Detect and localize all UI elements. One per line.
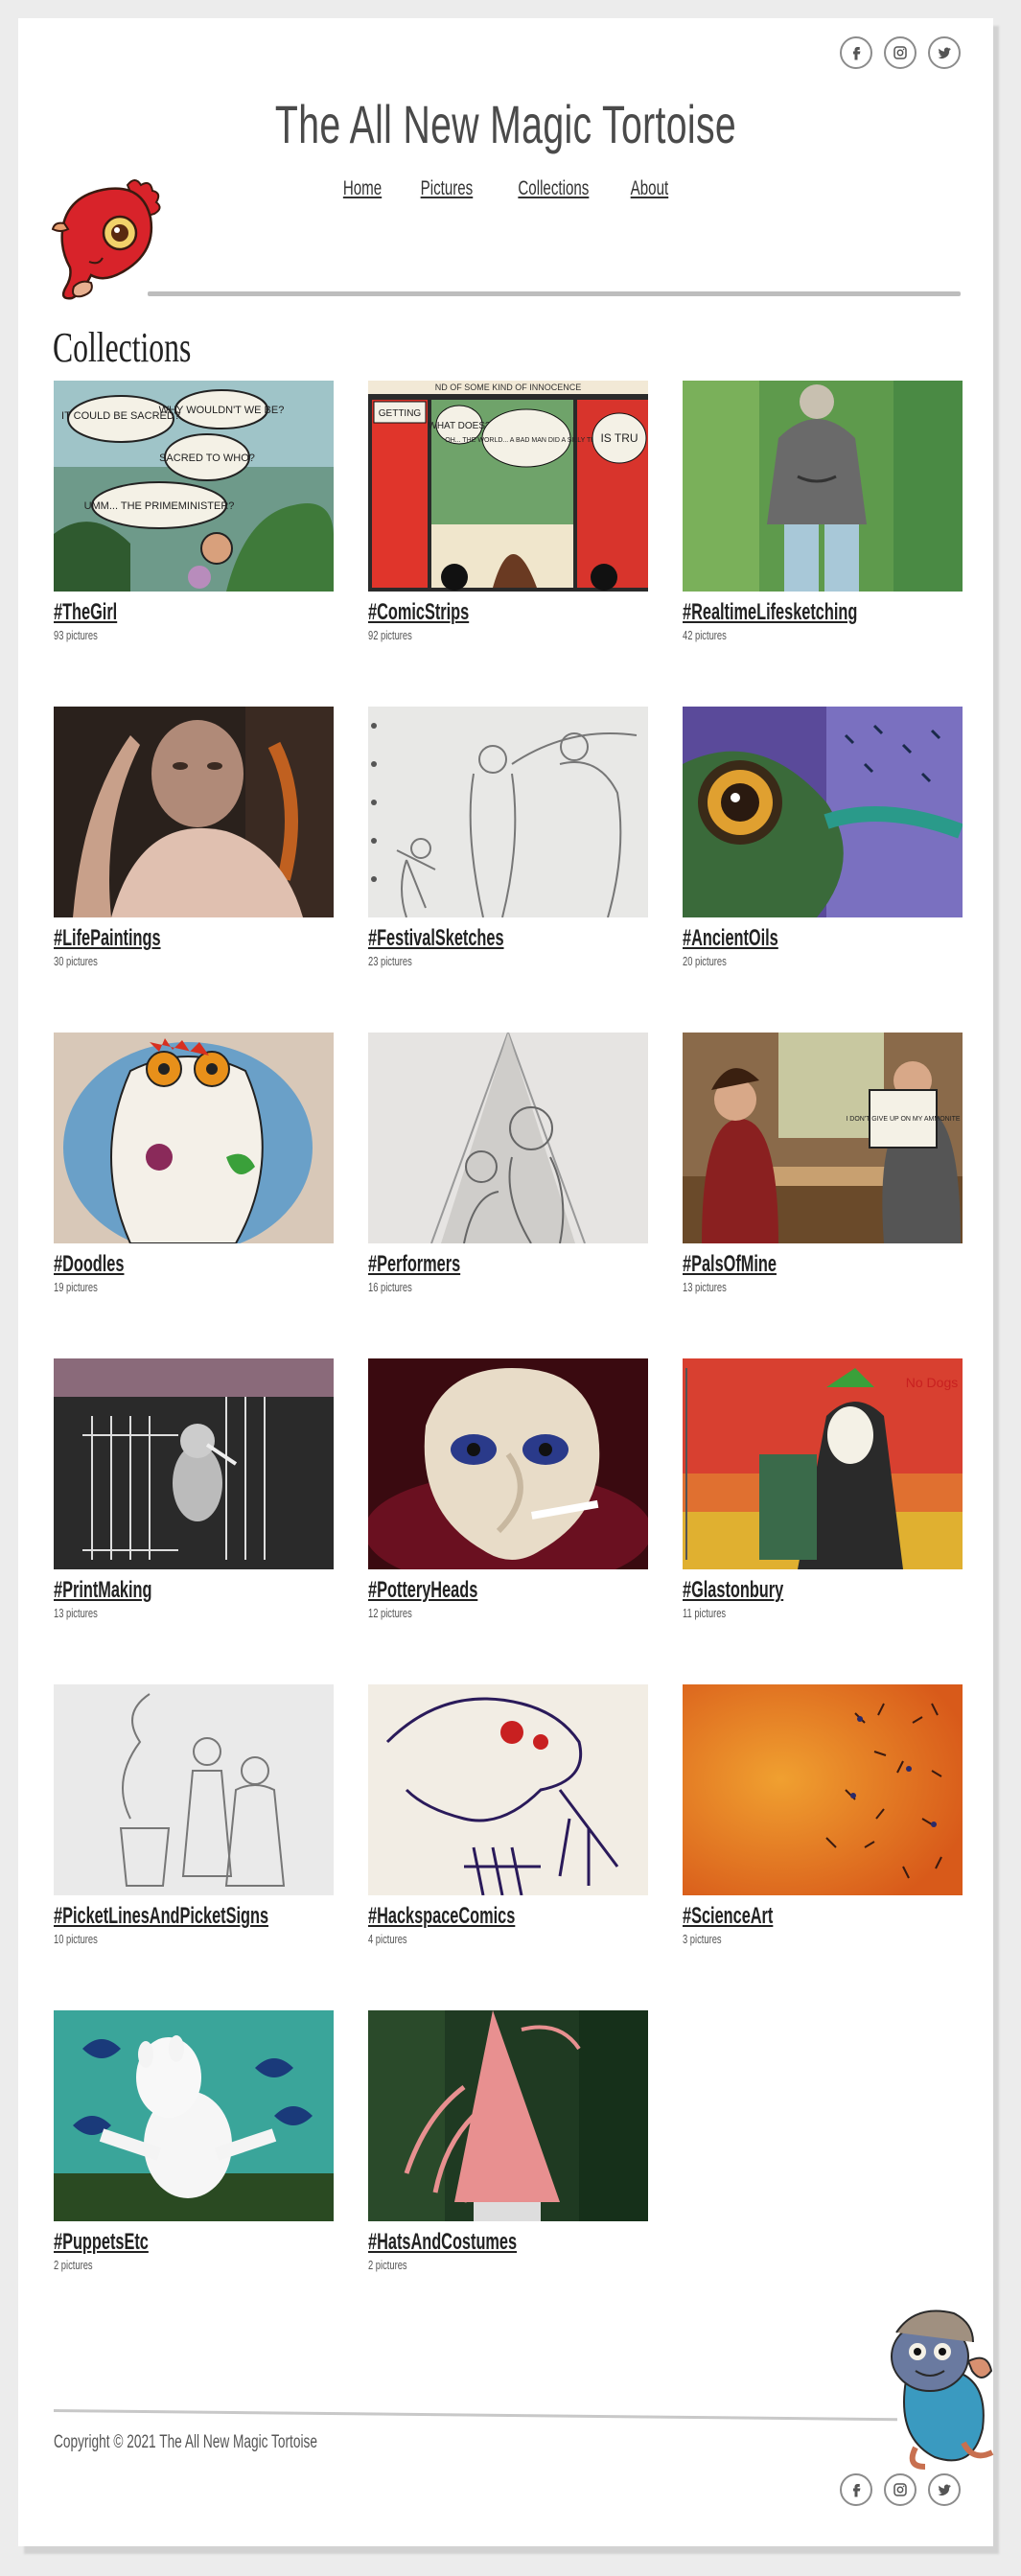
collection-card[interactable]: #ScienceArt 3 pictures — [683, 1684, 963, 2010]
collection-thumbnail-potteryheads[interactable] — [368, 1358, 648, 1569]
collection-card[interactable]: #Doodles 19 pictures — [54, 1033, 334, 1358]
collection-link[interactable]: #PuppetsEtc — [54, 2229, 149, 2256]
collection-count: 42 pictures — [683, 628, 727, 642]
comic-bubble-4: IS TRU — [600, 431, 638, 445]
collection-thumbnail-picketlinesandpicketsigns[interactable] — [54, 1684, 334, 1895]
collection-count: 16 pictures — [368, 1280, 412, 1294]
social-links-bottom — [840, 2473, 961, 2506]
page-title: Collections — [53, 324, 192, 371]
facebook-icon[interactable] — [840, 36, 872, 69]
collection-count: 19 pictures — [54, 1280, 98, 1294]
collection-count: 4 pictures — [368, 1932, 407, 1946]
nav-about[interactable]: About — [631, 177, 669, 200]
collection-card[interactable]: #PrintMaking 13 pictures — [54, 1358, 334, 1684]
collection-link[interactable]: #HackspaceComics — [368, 1903, 515, 1930]
collection-card[interactable]: No Dogs #Glastonbury 11 pictures — [683, 1358, 963, 1684]
collection-thumbnail-hatsandcostumes[interactable] — [368, 2010, 648, 2221]
comic-bubble-3: OH... THE WORLD... A BAD MAN DID A SILLY… — [445, 437, 607, 444]
collection-card[interactable]: I DON'T GIVE UP ON MY AMMONITE #PalsOfMi… — [683, 1033, 963, 1358]
collection-count: 20 pictures — [683, 954, 727, 968]
collection-card[interactable]: #HackspaceComics 4 pictures — [368, 1684, 648, 2010]
collection-count: 2 pictures — [54, 2258, 93, 2272]
collection-thumbnail-realtimelifesketching[interactable] — [683, 381, 963, 592]
collection-card[interactable]: #PuppetsEtc 2 pictures — [54, 2010, 334, 2336]
collection-link[interactable]: #FestivalSketches — [368, 925, 504, 952]
collection-card[interactable]: #LifePaintings 30 pictures — [54, 707, 334, 1033]
collection-thumbnail-palsofmine[interactable]: I DON'T GIVE UP ON MY AMMONITE — [683, 1033, 963, 1243]
collection-link[interactable]: #PicketLinesAndPicketSigns — [54, 1903, 268, 1930]
collection-thumbnail-puppetsetc[interactable] — [54, 2010, 334, 2221]
comic-bubble-1: GETTING — [379, 408, 422, 419]
girl-bubble-2: SACRED TO WHO? — [159, 453, 255, 464]
collection-thumbnail-festivalsketches[interactable] — [368, 707, 648, 917]
collection-count: 23 pictures — [368, 954, 412, 968]
collection-thumbnail-printmaking[interactable] — [54, 1358, 334, 1569]
collection-thumbnail-doodles[interactable] — [54, 1033, 334, 1243]
twitter-icon[interactable] — [928, 36, 961, 69]
facebook-icon[interactable] — [840, 2473, 872, 2506]
collection-thumbnail-lifepaintings[interactable] — [54, 707, 334, 917]
twitter-icon[interactable] — [928, 2473, 961, 2506]
instagram-icon[interactable] — [884, 2473, 917, 2506]
comic-caption: ND OF SOME KIND OF INNOCENCE — [435, 383, 582, 392]
collection-count: 3 pictures — [683, 1932, 722, 1946]
collection-card[interactable]: ND OF SOME KIND OF INNOCENCE GETTING WHA… — [368, 381, 648, 707]
collection-link[interactable]: #HatsAndCostumes — [368, 2229, 517, 2256]
page-container: The All New Magic Tortoise Home Pictures… — [18, 18, 994, 2546]
collection-card[interactable]: #PotteryHeads 12 pictures — [368, 1358, 648, 1684]
collection-link[interactable]: #PotteryHeads — [368, 1577, 477, 1604]
collection-count: 93 pictures — [54, 628, 98, 642]
collection-link[interactable]: #Glastonbury — [683, 1577, 783, 1604]
collection-thumbnail-performers[interactable] — [368, 1033, 648, 1243]
collection-thumbnail-thegirl[interactable]: IT COULD BE SACRED? SACRED TO WHO? WHY W… — [54, 381, 334, 592]
collection-link[interactable]: #RealtimeLifesketching — [683, 599, 857, 626]
collection-count: 11 pictures — [683, 1606, 727, 1620]
glastonbury-sign-text: No Dogs — [906, 1375, 958, 1390]
instagram-icon[interactable] — [884, 36, 917, 69]
girl-bubble-3: WHY WOULDN'T WE BE? — [159, 405, 285, 416]
collection-link[interactable]: #Performers — [368, 1251, 460, 1278]
collection-link[interactable]: #Doodles — [54, 1251, 124, 1278]
collection-link[interactable]: #AncientOils — [683, 925, 778, 952]
copyright-text: Copyright © 2021 The All New Magic Torto… — [54, 2432, 317, 2452]
tortoise-mascot-illustration — [891, 2309, 994, 2470]
pals-sign-text: I DON'T GIVE UP ON MY AMMONITE — [846, 1116, 961, 1123]
nav-pictures[interactable]: Pictures — [420, 177, 473, 200]
footer-divider — [53, 2409, 897, 2422]
collection-thumbnail-glastonbury[interactable]: No Dogs — [683, 1358, 963, 1569]
collection-card[interactable]: #AncientOils 20 pictures — [683, 707, 963, 1033]
collection-link[interactable]: #TheGirl — [54, 599, 117, 626]
collection-card[interactable]: #HatsAndCostumes 2 pictures — [368, 2010, 648, 2336]
collection-card[interactable]: IT COULD BE SACRED? SACRED TO WHO? WHY W… — [54, 381, 334, 707]
collection-link[interactable]: #ComicStrips — [368, 599, 469, 626]
collection-count: 30 pictures — [54, 954, 98, 968]
collection-link[interactable]: #LifePaintings — [54, 925, 161, 952]
comic-bubble-2: WHAT DOES? — [428, 421, 491, 431]
collection-thumbnail-hackspacecomics[interactable] — [368, 1684, 648, 1895]
girl-bubble-4: UMM... THE PRIMEMINISTER? — [84, 500, 235, 512]
collection-thumbnail-ancientoils[interactable] — [683, 707, 963, 917]
collection-link[interactable]: #PalsOfMine — [683, 1251, 777, 1278]
bird-mascot-logo[interactable] — [51, 174, 175, 308]
header-divider — [148, 291, 961, 296]
collection-count: 13 pictures — [683, 1280, 727, 1294]
collection-count: 92 pictures — [368, 628, 412, 642]
nav-home[interactable]: Home — [343, 177, 382, 200]
collection-count: 12 pictures — [368, 1606, 412, 1620]
collections-grid: IT COULD BE SACRED? SACRED TO WHO? WHY W… — [54, 381, 963, 2336]
collection-count: 13 pictures — [54, 1606, 98, 1620]
collection-link[interactable]: #ScienceArt — [683, 1903, 773, 1930]
nav-collections[interactable]: Collections — [518, 177, 589, 200]
collection-card[interactable]: #PicketLinesAndPicketSigns 10 pictures — [54, 1684, 334, 2010]
collection-thumbnail-comicstrips[interactable]: ND OF SOME KIND OF INNOCENCE GETTING WHA… — [368, 381, 648, 592]
collection-count: 10 pictures — [54, 1932, 98, 1946]
collection-count: 2 pictures — [368, 2258, 407, 2272]
collection-link[interactable]: #PrintMaking — [54, 1577, 151, 1604]
collection-thumbnail-scienceart[interactable] — [683, 1684, 963, 1895]
collection-card[interactable]: #Performers 16 pictures — [368, 1033, 648, 1358]
collection-card[interactable]: #RealtimeLifesketching 42 pictures — [683, 381, 963, 707]
collection-card[interactable]: #FestivalSketches 23 pictures — [368, 707, 648, 1033]
social-links-top — [840, 36, 961, 69]
site-title[interactable]: The All New Magic Tortoise — [165, 93, 847, 155]
